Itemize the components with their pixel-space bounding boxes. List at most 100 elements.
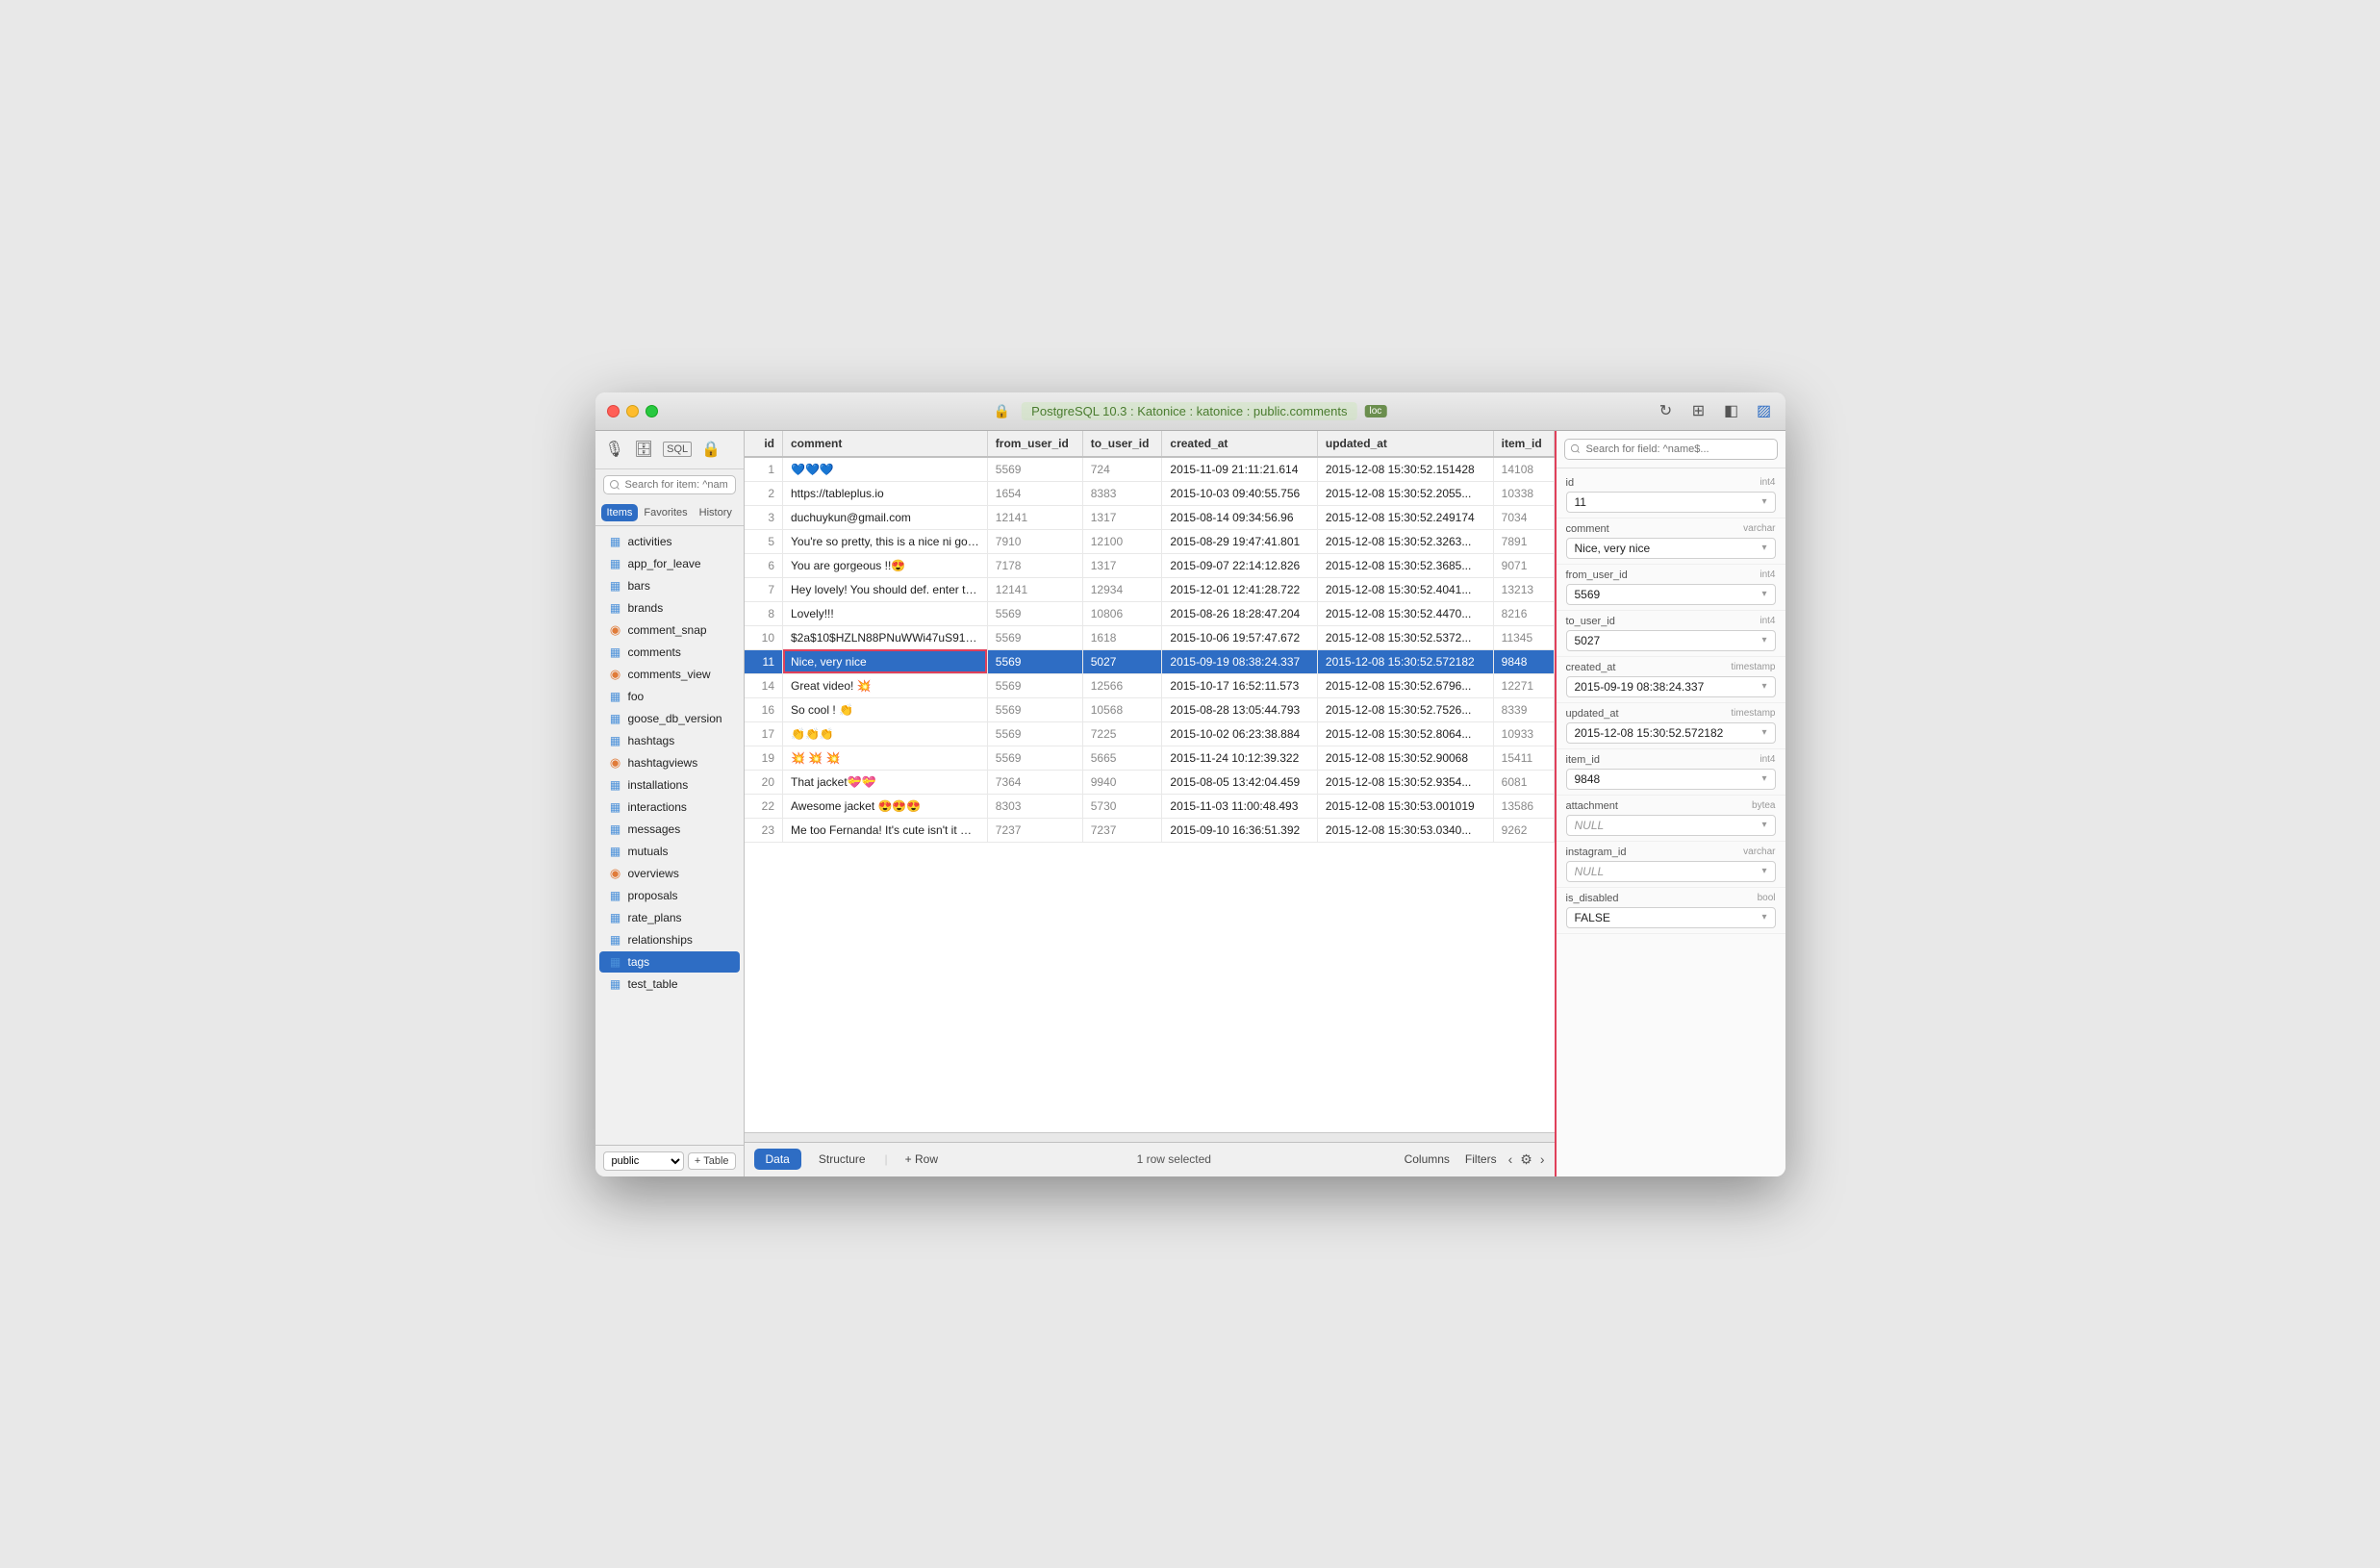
table-cell[interactable]: 2015-12-08 15:30:52.2055... (1317, 481, 1493, 505)
table-row[interactable]: 16So cool ! 👏5569105682015-08-28 13:05:4… (745, 697, 1555, 721)
data-table-container[interactable]: id comment from_user_id to_user_id creat… (745, 431, 1555, 1132)
table-cell[interactable]: 10568 (1082, 697, 1162, 721)
table-cell[interactable]: 9940 (1082, 770, 1162, 794)
table-cell[interactable]: 7034 (1493, 505, 1554, 529)
table-cell[interactable]: 2015-08-29 19:47:41.801 (1162, 529, 1318, 553)
table-cell[interactable]: 14 (745, 673, 783, 697)
filters-button[interactable]: Filters (1461, 1151, 1501, 1168)
table-cell[interactable]: 10933 (1493, 721, 1554, 746)
table-row[interactable]: 19💥 💥 💥556956652015-11-24 10:12:39.32220… (745, 746, 1555, 770)
table-cell[interactable]: 10338 (1493, 481, 1554, 505)
field-value-container[interactable]: 5027 ▾ (1566, 630, 1776, 651)
table-cell[interactable]: 5 (745, 529, 783, 553)
columns-button[interactable]: Columns (1401, 1151, 1454, 1168)
col-header-created-at[interactable]: created_at (1162, 431, 1318, 457)
table-cell[interactable]: 2015-12-08 15:30:52.3685... (1317, 553, 1493, 577)
table-cell[interactable]: 9071 (1493, 553, 1554, 577)
table-cell[interactable]: 13586 (1493, 794, 1554, 818)
field-value-container[interactable]: 5569 ▾ (1566, 584, 1776, 605)
table-cell[interactable]: 2015-09-07 22:14:12.826 (1162, 553, 1318, 577)
sidebar-item-goose_db_version[interactable]: ▦goose_db_version (599, 708, 740, 729)
table-cell[interactable]: 2015-11-09 21:11:21.614 (1162, 457, 1318, 482)
table-row[interactable]: 14Great video! 💥5569125662015-10-17 16:5… (745, 673, 1555, 697)
table-cell[interactable]: 12100 (1082, 529, 1162, 553)
field-value-container[interactable]: 11 ▾ (1566, 492, 1776, 513)
table-cell[interactable]: Nice, very nice (783, 649, 988, 673)
table-cell[interactable]: 20 (745, 770, 783, 794)
sidebar-tab-favorites[interactable]: Favorites (638, 504, 693, 521)
table-cell[interactable]: 5569 (987, 697, 1082, 721)
table-cell[interactable]: 1317 (1082, 553, 1162, 577)
table-cell[interactable]: 13213 (1493, 577, 1554, 601)
table-row[interactable]: 23Me too Fernanda! It's cute isn't it 😊😋… (745, 818, 1555, 842)
sidebar-tab-history[interactable]: History (694, 504, 738, 521)
table-cell[interactable]: 2015-12-08 15:30:52.7526... (1317, 697, 1493, 721)
table-cell[interactable]: 23 (745, 818, 783, 842)
table-cell[interactable]: 10806 (1082, 601, 1162, 625)
right-panel-search-input[interactable] (1564, 439, 1778, 460)
prev-page-icon[interactable]: ‹ (1508, 1151, 1513, 1167)
sidebar-item-comment_snap[interactable]: ◉comment_snap (599, 620, 740, 641)
table-cell[interactable]: 10 (745, 625, 783, 649)
table-cell[interactable]: 1618 (1082, 625, 1162, 649)
table-cell[interactable]: 3 (745, 505, 783, 529)
table-cell[interactable]: 7 (745, 577, 783, 601)
maximize-button[interactable] (646, 405, 658, 417)
table-cell[interactable]: 6 (745, 553, 783, 577)
sidebar-item-messages[interactable]: ▦messages (599, 819, 740, 840)
table-cell[interactable]: 2015-12-08 15:30:52.4470... (1317, 601, 1493, 625)
table-cell[interactable]: 5569 (987, 625, 1082, 649)
table-cell[interactable]: 5569 (987, 457, 1082, 482)
table-row[interactable]: 20That jacket💝💝736499402015-08-05 13:42:… (745, 770, 1555, 794)
table-cell[interactable]: You are gorgeous !!😍 (783, 553, 988, 577)
table-cell[interactable]: 5569 (987, 746, 1082, 770)
db-icon[interactable]: 🎙 (605, 440, 624, 459)
sidebar-item-overviews[interactable]: ◉overviews (599, 863, 740, 884)
sidebar-item-relationships[interactable]: ▦relationships (599, 929, 740, 950)
table-cell[interactable]: 2015-12-08 15:30:52.6796... (1317, 673, 1493, 697)
sidebar-item-activities[interactable]: ▦activities (599, 531, 740, 552)
horizontal-scrollbar[interactable] (745, 1132, 1555, 1142)
table-cell[interactable]: 1654 (987, 481, 1082, 505)
table-cell[interactable]: 2015-10-06 19:57:47.672 (1162, 625, 1318, 649)
col-header-item-id[interactable]: item_id (1493, 431, 1554, 457)
refresh-icon[interactable]: ↻ (1657, 401, 1676, 420)
table-cell[interactable]: 14108 (1493, 457, 1554, 482)
field-value-container[interactable]: Nice, very nice ▾ (1566, 538, 1776, 559)
layout-icon[interactable]: ⊞ (1689, 401, 1709, 420)
table-cell[interactable]: 8216 (1493, 601, 1554, 625)
table-cell[interactable]: 2015-11-03 11:00:48.493 (1162, 794, 1318, 818)
next-page-icon[interactable]: › (1540, 1151, 1545, 1167)
table-cell[interactable]: 8383 (1082, 481, 1162, 505)
table-cell[interactable]: 2015-10-02 06:23:38.884 (1162, 721, 1318, 746)
table-row[interactable]: 8Lovely!!!5569108062015-08-26 18:28:47.2… (745, 601, 1555, 625)
table-cell[interactable]: 17 (745, 721, 783, 746)
table-cell[interactable]: 8303 (987, 794, 1082, 818)
table-cell[interactable]: duchuykun@gmail.com (783, 505, 988, 529)
sidebar-item-rate_plans[interactable]: ▦rate_plans (599, 907, 740, 928)
field-value-container[interactable]: 2015-12-08 15:30:52.572182 ▾ (1566, 722, 1776, 744)
field-value-container[interactable]: 9848 ▾ (1566, 769, 1776, 790)
table-cell[interactable]: 5569 (987, 601, 1082, 625)
table-cell[interactable]: 2015-08-26 18:28:47.204 (1162, 601, 1318, 625)
table-cell[interactable]: 5027 (1082, 649, 1162, 673)
table-cell[interactable]: 11 (745, 649, 783, 673)
col-header-from-user-id[interactable]: from_user_id (987, 431, 1082, 457)
minimize-button[interactable] (626, 405, 639, 417)
sidebar-item-comments[interactable]: ▦comments (599, 642, 740, 663)
table-cell[interactable]: 7910 (987, 529, 1082, 553)
sidebar-item-tags[interactable]: ▦tags (599, 951, 740, 973)
table-cell[interactable]: 💥 💥 💥 (783, 746, 988, 770)
field-value-container[interactable]: 2015-09-19 08:38:24.337 ▾ (1566, 676, 1776, 697)
table-cell[interactable]: 5665 (1082, 746, 1162, 770)
settings-icon[interactable]: ⚙ (1520, 1151, 1532, 1168)
table-cell[interactable]: 2015-12-08 15:30:52.8064... (1317, 721, 1493, 746)
table-cell[interactable]: 16 (745, 697, 783, 721)
table-row[interactable]: 3duchuykun@gmail.com1214113172015-08-14 … (745, 505, 1555, 529)
field-value-container[interactable]: NULL ▾ (1566, 861, 1776, 882)
tab-structure[interactable]: Structure (807, 1149, 877, 1170)
table-cell[interactable]: 5569 (987, 721, 1082, 746)
table-cell[interactable]: You're so pretty, this is a nice ni gorg… (783, 529, 988, 553)
sidebar-item-foo[interactable]: ▦foo (599, 686, 740, 707)
table-row[interactable]: 1💙💙💙55697242015-11-09 21:11:21.6142015-1… (745, 457, 1555, 482)
